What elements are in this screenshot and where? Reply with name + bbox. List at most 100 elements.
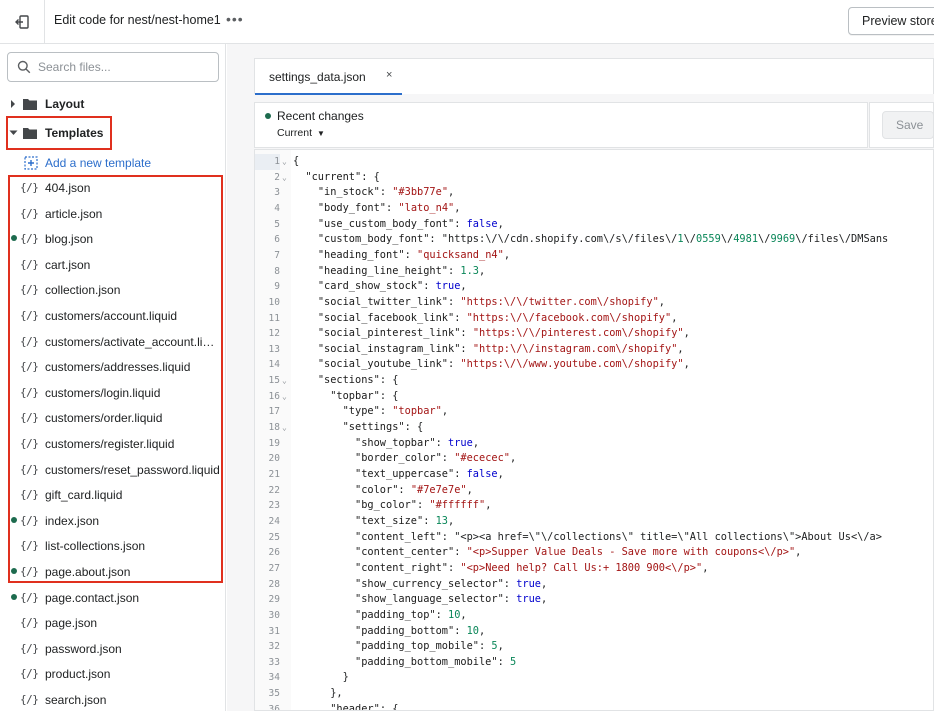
fold-chevron-icon[interactable]: ⌄ [282,420,287,436]
code-line: 15 ⌄ "sections": { [255,373,933,389]
file-item[interactable]: {/} password.json [0,636,226,662]
file-name: page.json [45,616,98,631]
file-item[interactable]: {/} blog.json [0,226,226,252]
code-file-icon: {/} [20,181,39,194]
preview-store-button[interactable]: Preview store [848,7,934,35]
file-name: customers/login.liquid [45,385,161,400]
file-item[interactable]: {/} customers/reset_password.liquid [0,457,226,483]
code-line: 5 "use_custom_body_font": false, [255,217,933,233]
code-text: "custom_body_font": "https:\/\/cdn.shopi… [317,233,889,246]
file-item[interactable]: {/} search.json [0,687,226,711]
fold-chevron-icon[interactable]: ⌄ [282,702,287,710]
folder-templates[interactable]: Templates [0,121,226,145]
save-panel: Save [869,102,934,148]
modified-dot [11,568,17,574]
line-number: 34 [268,672,280,684]
file-item[interactable]: {/} collection.json [0,277,226,303]
search-box[interactable] [7,52,219,82]
file-item[interactable]: {/} customers/addresses.liquid [0,354,226,380]
file-item[interactable]: {/} list-collections.json [0,533,226,559]
file-item[interactable]: {/} customers/register.liquid [0,431,226,457]
code-text: "show_currency_selector": true, [355,577,548,590]
code-line: 22 "color": "#7e7e7e", [255,483,933,499]
code-editor[interactable]: 1 ⌄{2 ⌄ "current": {3 "in_stock": "#3bb77e… [254,149,934,711]
code-line: 3 "in_stock": "#3bb77e", [255,185,933,201]
code-text: "social_instagram_link": "http:\/\/insta… [317,342,684,355]
file-item[interactable]: {/} customers/activate_account.liquid [0,329,226,355]
code-line: 33 "padding_bottom_mobile": 5 [255,655,933,671]
fold-chevron-icon[interactable]: ⌄ [282,373,287,389]
tab-bar: settings_data.json × [254,58,934,95]
code-line: 12 "social_pinterest_link": "https:\/\/p… [255,326,933,342]
code-text: "text_size": 13, [355,514,455,527]
file-item[interactable]: {/} customers/account.liquid [0,303,226,329]
file-item[interactable]: {/} cart.json [0,252,226,278]
line-number: 30 [268,609,280,621]
line-number: 28 [268,578,280,590]
code-line: 23 "bg_color": "#ffffff", [255,498,933,514]
tab-settings-data[interactable]: settings_data.json × [255,59,402,95]
file-item[interactable]: {/} article.json [0,201,226,227]
file-item[interactable]: {/} gift_card.liquid [0,482,226,508]
file-name: collection.json [45,283,121,298]
file-name: cart.json [45,257,91,272]
code-text: { [293,155,300,167]
file-item[interactable]: {/} page.json [0,610,226,636]
code-line: 36 ⌄ "header": { [255,702,933,711]
more-actions-button[interactable]: ••• [226,11,244,27]
code-file-icon: {/} [20,437,39,450]
file-item[interactable]: {/} product.json [0,661,226,687]
code-line: 13 "social_instagram_link": "http:\/\/in… [255,342,933,358]
file-item[interactable]: {/} page.about.json [0,559,226,585]
code-line: 8 "heading_line_height": 1.3, [255,264,933,280]
add-new-template-link[interactable]: Add a new template [0,152,226,174]
line-number: 7 [274,249,280,261]
chevron-down-icon: ▼ [317,129,325,138]
fold-chevron-icon[interactable]: ⌄ [282,170,287,186]
code-file-icon: {/} [20,334,39,348]
version-select[interactable]: Current ▼ [277,127,325,139]
chevron-right-icon [11,100,15,108]
line-number: 31 [268,625,280,637]
code-text: "topbar": { [330,389,399,402]
line-number: 6 [274,234,280,246]
exit-button[interactable] [0,0,45,43]
line-number: 9 [274,281,280,293]
fold-chevron-icon[interactable]: ⌄ [282,389,287,405]
code-text: "content_right": "<p>Need help? Call Us:… [355,561,709,574]
code-line: 19 "show_topbar": true, [255,436,933,452]
code-file-icon: {/} [20,539,39,553]
file-item[interactable]: {/} 404.json [0,175,226,201]
recent-changes-title: Recent changes [277,109,364,123]
file-item[interactable]: {/} customers/order.liquid [0,405,226,431]
file-item[interactable]: {/} customers/login.liquid [0,380,226,406]
line-number: 36 [268,703,280,711]
file-name: 404.json [45,181,91,195]
folder-icon [23,99,37,110]
save-button[interactable]: Save [882,111,934,139]
fold-chevron-icon[interactable]: ⌄ [282,154,287,170]
file-name: customers/register.liquid [45,437,175,451]
file-name: index.json [45,513,100,528]
file-name: blog.json [45,232,94,247]
code-text: "padding_bottom_mobile": 5 [355,655,517,668]
code-line: 21 "text_uppercase": false, [255,467,933,483]
code-text: } [293,671,349,684]
code-file-icon: {/} [20,232,39,246]
code-line: 10 "social_twitter_link": "https:\/\/twi… [255,295,933,311]
code-line: 20 "border_color": "#ececec", [255,451,933,467]
code-file-icon: {/} [20,667,39,681]
line-number: 12 [268,328,280,340]
code-line: 35 }, [255,686,933,702]
close-icon[interactable]: × [386,69,392,81]
code-line: 17 "type": "topbar", [255,404,933,420]
code-line: 11 "social_facebook_link": "https:\/\/fa… [255,311,933,327]
file-item[interactable]: {/} index.json [0,508,226,534]
code-line: 32 "padding_top_mobile": 5, [255,639,933,655]
folder-label: Layout [45,97,85,111]
folder-layout[interactable]: Layout [0,92,226,116]
search-input[interactable] [38,57,208,77]
code-line: 7 "heading_font": "quicksand_n4", [255,248,933,264]
line-number: 25 [268,531,280,543]
file-item[interactable]: {/} page.contact.json [0,585,226,611]
